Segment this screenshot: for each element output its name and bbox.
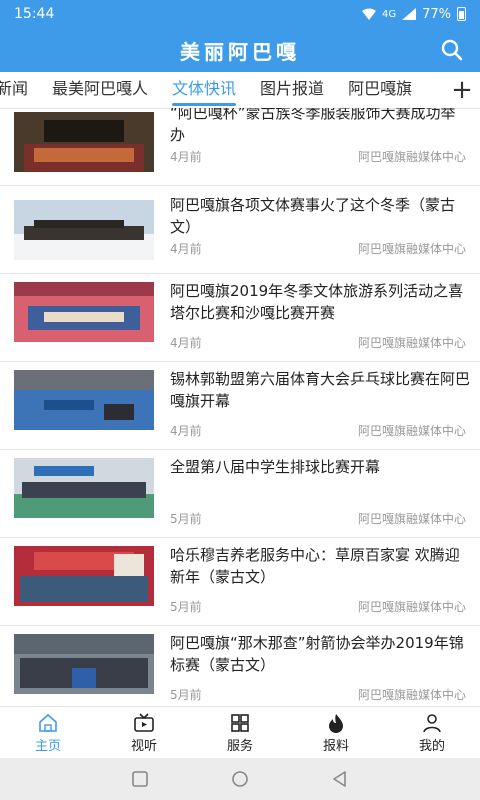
system-nav-bar xyxy=(0,758,480,800)
nav-video[interactable]: 视听 xyxy=(96,707,192,759)
list-item[interactable]: 阿巴嘎旗各项文体赛事火了这个冬季（蒙古文） 4月前 阿巴嘎旗融媒体中心 xyxy=(0,186,480,274)
nav-profile[interactable]: 我的 xyxy=(384,707,480,759)
news-meta: 5月前 阿巴嘎旗融媒体中心 xyxy=(170,686,466,703)
news-title: “阿巴嘎杯”蒙古族冬季服装服饰大赛成功举办 xyxy=(170,108,456,144)
news-source: 阿巴嘎旗融媒体中心 xyxy=(357,150,466,164)
tab-news[interactable]: 新闻 xyxy=(0,72,40,108)
news-feed: “阿巴嘎杯”蒙古族冬季服装服饰大赛成功举办 4月前 阿巴嘎旗融媒体中心 阿巴嘎旗… xyxy=(0,108,480,706)
list-item[interactable]: 阿巴嘎旗2019年冬季文体旅游系列活动之喜塔尔比赛和沙嘎比赛开赛 4月前 阿巴嘎… xyxy=(0,274,480,362)
news-thumbnail xyxy=(14,112,154,172)
home-icon xyxy=(39,713,57,732)
nav-home[interactable]: 主页 xyxy=(0,707,96,759)
news-thumbnail xyxy=(14,282,154,342)
nav-label: 我的 xyxy=(418,738,445,754)
nav-label: 服务 xyxy=(226,738,253,754)
list-item[interactable]: 哈乐穆吉养老服务中心：草原百家宴 欢腾迎新年（蒙古文） 5月前 阿巴嘎旗融媒体中… xyxy=(0,538,480,626)
news-meta: 5月前 阿巴嘎旗融媒体中心 xyxy=(170,510,466,527)
wifi-icon xyxy=(361,8,376,20)
battery-percent: 77% xyxy=(422,6,451,22)
news-thumbnail xyxy=(14,458,154,518)
list-item[interactable]: “阿巴嘎杯”蒙古族冬季服装服饰大赛成功举办 4月前 阿巴嘎旗融媒体中心 xyxy=(0,108,480,186)
news-title: 阿巴嘎旗各项文体赛事火了这个冬季（蒙古文） xyxy=(170,196,456,236)
app-title: 美丽阿巴嘎 xyxy=(180,39,300,64)
news-title: 阿巴嘎旗“那木那查”射箭协会举办2019年锦标赛（蒙古文） xyxy=(170,634,464,674)
back-icon[interactable] xyxy=(330,769,350,789)
tab-abaga-banner[interactable]: 阿巴嘎旗 xyxy=(336,72,424,108)
news-thumbnail xyxy=(14,200,154,260)
news-meta: 4月前 阿巴嘎旗融媒体中心 xyxy=(170,240,466,257)
nav-label: 视听 xyxy=(130,738,157,754)
user-icon xyxy=(423,713,441,732)
status-time: 15:44 xyxy=(14,6,55,22)
signal-icon xyxy=(402,8,417,20)
category-tabs: 新闻 最美阿巴嘎人 文体快讯 图片报道 阿巴嘎旗 + xyxy=(0,72,480,109)
news-source: 阿巴嘎旗融媒体中心 xyxy=(357,242,466,256)
add-tab-icon[interactable]: + xyxy=(444,72,480,108)
status-bar: 15:44 4G 77% xyxy=(0,0,480,28)
battery-icon xyxy=(457,7,466,21)
news-source: 阿巴嘎旗融媒体中心 xyxy=(357,424,466,438)
news-meta: 4月前 阿巴嘎旗融媒体中心 xyxy=(170,148,466,165)
network-label: 4G xyxy=(381,8,397,20)
news-time: 5月前 xyxy=(170,600,202,614)
nav-label: 报料 xyxy=(322,738,349,754)
news-meta: 5月前 阿巴嘎旗融媒体中心 xyxy=(170,598,466,615)
news-source: 阿巴嘎旗融媒体中心 xyxy=(357,336,466,350)
news-time: 4月前 xyxy=(170,424,202,438)
fire-icon xyxy=(329,713,343,733)
news-time: 4月前 xyxy=(170,150,202,164)
status-icons: 4G 77% xyxy=(361,6,466,22)
recent-apps-icon[interactable] xyxy=(130,769,150,789)
news-title: 哈乐穆吉养老服务中心：草原百家宴 欢腾迎新年（蒙古文） xyxy=(170,546,460,586)
news-title: 全盟第八届中学生排球比赛开幕 xyxy=(170,458,381,476)
news-thumbnail xyxy=(14,370,154,430)
search-icon[interactable] xyxy=(440,38,464,62)
tab-photo-report[interactable]: 图片报道 xyxy=(248,72,336,108)
list-item[interactable]: 锡林郭勒盟第六届体育大会乒乓球比赛在阿巴嘎旗开幕 4月前 阿巴嘎旗融媒体中心 xyxy=(0,362,480,450)
nav-services[interactable]: 服务 xyxy=(192,707,288,759)
nav-label: 主页 xyxy=(34,738,61,754)
news-source: 阿巴嘎旗融媒体中心 xyxy=(357,600,466,614)
tab-abaga-people[interactable]: 最美阿巴嘎人 xyxy=(40,72,160,108)
tv-icon xyxy=(134,712,154,732)
news-thumbnail xyxy=(14,634,154,694)
news-title: 阿巴嘎旗2019年冬季文体旅游系列活动之喜塔尔比赛和沙嘎比赛开赛 xyxy=(170,282,464,322)
news-title: 锡林郭勒盟第六届体育大会乒乓球比赛在阿巴嘎旗开幕 xyxy=(170,370,471,410)
bottom-nav: 主页 视听 服务 报料 我的 xyxy=(0,706,480,759)
app-header: 美丽阿巴嘎 xyxy=(0,28,480,72)
home-button-icon[interactable] xyxy=(230,769,250,789)
list-item[interactable]: 阿巴嘎旗“那木那查”射箭协会举办2019年锦标赛（蒙古文） 5月前 阿巴嘎旗融媒… xyxy=(0,626,480,706)
news-source: 阿巴嘎旗融媒体中心 xyxy=(357,688,466,702)
news-thumbnail xyxy=(14,546,154,606)
news-time: 4月前 xyxy=(170,336,202,350)
news-time: 5月前 xyxy=(170,688,202,702)
list-item[interactable]: 全盟第八届中学生排球比赛开幕 5月前 阿巴嘎旗融媒体中心 xyxy=(0,450,480,538)
news-meta: 4月前 阿巴嘎旗融媒体中心 xyxy=(170,334,466,351)
grid-icon xyxy=(231,713,249,732)
news-source: 阿巴嘎旗融媒体中心 xyxy=(357,512,466,526)
news-time: 5月前 xyxy=(170,512,202,526)
nav-report[interactable]: 报料 xyxy=(288,707,384,759)
news-time: 4月前 xyxy=(170,242,202,256)
tab-sports-news[interactable]: 文体快讯 xyxy=(160,72,248,108)
news-meta: 4月前 阿巴嘎旗融媒体中心 xyxy=(170,422,466,439)
